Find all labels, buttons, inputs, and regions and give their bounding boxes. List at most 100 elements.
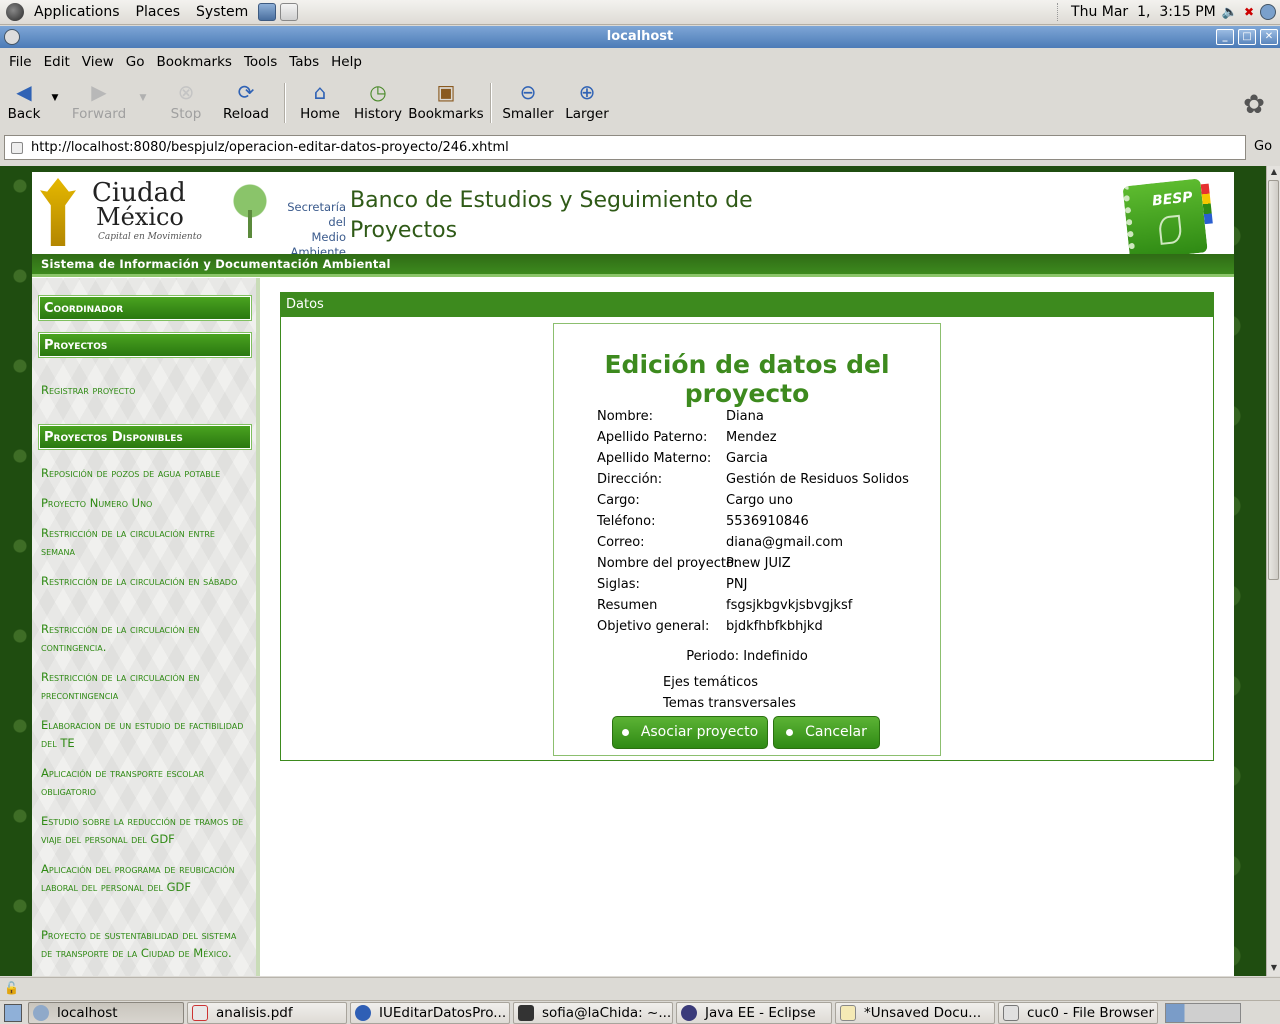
form-title: Edición de datos del proyecto (604, 350, 890, 408)
minimize-button[interactable]: _ (1216, 29, 1234, 45)
page-scrollbar[interactable]: ▲ ▼ (1266, 166, 1280, 976)
url-input[interactable] (31, 140, 1231, 155)
project-link[interactable]: Restricción de la circulación en conting… (41, 620, 251, 656)
reload-button[interactable]: ⟳ Reload (214, 75, 278, 130)
leaf-icon (1157, 214, 1183, 245)
maximize-button[interactable]: □ (1238, 29, 1256, 45)
menu-view[interactable]: View (76, 54, 120, 70)
field-label: Apellido Paterno: (597, 430, 708, 445)
project-link[interactable]: Estudio sobre la reducción de tramos de … (41, 812, 251, 848)
history-button[interactable]: ◷ History (348, 75, 408, 130)
scroll-up-arrow-icon[interactable]: ▲ (1268, 166, 1280, 178)
network-icon[interactable]: ✖ (1244, 5, 1254, 19)
project-link[interactable]: Restricción de la circulación en precont… (41, 668, 251, 704)
zoom-in-icon: ⊕ (578, 80, 596, 104)
menu-go[interactable]: Go (120, 54, 151, 70)
cancelar-label: Cancelar (805, 724, 867, 740)
taskbar-window-button[interactable]: IUEditarDatosPro... (350, 1001, 510, 1024)
scroll-down-arrow-icon[interactable]: ▼ (1268, 962, 1280, 974)
edit-project-form: Edición de datos del proyecto Nombre: Di… (553, 323, 941, 756)
taskbar-window-button[interactable]: Java EE - Eclipse (676, 1001, 832, 1024)
menu-help[interactable]: Help (325, 54, 368, 70)
smaller-label: Smaller (502, 106, 554, 122)
forward-history-dropdown[interactable]: ▼ (136, 75, 150, 103)
home-button[interactable]: ⌂ Home (292, 75, 348, 130)
taskbar-window-button[interactable]: localhost (28, 1001, 184, 1024)
window-titlebar[interactable]: localhost _ □ ✕ (0, 26, 1280, 48)
home-icon: ⌂ (313, 80, 327, 104)
toolbar-separator (490, 83, 492, 123)
field-value: Gestión de Residuos Solidos (726, 472, 909, 487)
temas-transversales-text: Temas transversales (663, 696, 796, 711)
show-desktop-icon[interactable] (4, 1003, 22, 1022)
web-browser-launcher-icon[interactable] (258, 3, 277, 21)
places-menu[interactable]: Places (128, 0, 189, 25)
system-menu[interactable]: System (188, 0, 256, 25)
sidebar-heading-proyectos[interactable]: Proyectos (39, 333, 251, 357)
go-button[interactable]: Go (1254, 139, 1272, 154)
ciudad-de-mexico-logo: Ciudad México Capital en Movimiento (38, 176, 208, 248)
datos-panel-heading: Datos (281, 293, 1213, 317)
zoom-in-button[interactable]: ⊕ Larger (558, 75, 616, 130)
update-notifier-icon[interactable] (1260, 4, 1276, 20)
taskbar-window-button[interactable]: *Unsaved Docu... (835, 1001, 995, 1024)
window-menu-icon[interactable] (4, 29, 20, 45)
workspace-switcher[interactable] (1165, 1002, 1241, 1023)
applications-menu[interactable]: Applications (26, 0, 128, 25)
project-link[interactable]: Aplicación del programa de reubicación l… (41, 860, 251, 896)
field-label: Resumen (597, 598, 658, 613)
menu-tools[interactable]: Tools (238, 54, 283, 70)
menu-bookmarks[interactable]: Bookmarks (151, 54, 238, 70)
menu-edit[interactable]: Edit (38, 54, 76, 70)
menu-file[interactable]: File (3, 54, 38, 70)
sidebar: Coordinador Proyectos Registrar proyecto… (32, 278, 260, 976)
field-label: Nombre: (597, 409, 654, 424)
forward-button[interactable]: ▶ Forward (62, 75, 136, 130)
stop-button[interactable]: ⊗ Stop (158, 75, 214, 130)
taskbar-window-button[interactable]: cuc0 - File Browser (998, 1001, 1158, 1024)
panel-separator (1057, 3, 1059, 21)
cancelar-button[interactable]: Cancelar (773, 716, 880, 749)
back-button[interactable]: ◀ Back (0, 75, 48, 130)
bullet-icon (621, 728, 629, 736)
mail-launcher-icon[interactable] (280, 3, 299, 21)
project-link[interactable]: Proyecto Numero Uno (41, 494, 251, 512)
back-arrow-icon: ◀ (16, 80, 32, 104)
field-label: Correo: (597, 535, 645, 550)
project-link[interactable]: Restricción de la circulación entre sema… (41, 524, 251, 560)
bookmarks-button[interactable]: ▣ Bookmarks (408, 75, 484, 130)
scrollbar-thumb[interactable] (1268, 180, 1279, 580)
stop-label: Stop (170, 106, 202, 122)
reload-icon: ⟳ (237, 80, 255, 104)
project-link[interactable]: Reposición de pozos de agua potable (41, 464, 251, 482)
task-label: Java EE - Eclipse (705, 1004, 816, 1021)
location-bar[interactable] (4, 135, 1246, 160)
project-link[interactable]: Elaboracion de un estudio de factibilida… (41, 716, 251, 752)
field-label: Apellido Materno: (597, 451, 712, 466)
volume-icon[interactable]: 🔈 (1222, 5, 1238, 20)
field-value: diana@gmail.com (726, 535, 844, 550)
asociar-proyecto-button[interactable]: Asociar proyecto (612, 716, 768, 749)
taskbar-window-button[interactable]: sofia@laChida: ~... (513, 1001, 673, 1024)
back-history-dropdown[interactable]: ▼ (48, 75, 62, 103)
zoom-out-button[interactable]: ⊖ Smaller (498, 75, 558, 130)
history-clock-icon: ◷ (369, 80, 387, 104)
web-page: Ciudad México Capital en Movimiento Secr… (32, 172, 1234, 976)
taskbar-window-button[interactable]: analisis.pdf (187, 1001, 347, 1024)
project-link[interactable]: Aplicación de transporte escolar obligat… (41, 764, 251, 800)
clock[interactable]: Thu Mar 1, 3:15 PM (1071, 4, 1216, 20)
periodo-text: Periodo: Indefinido (686, 649, 808, 664)
menu-tabs[interactable]: Tabs (283, 54, 325, 70)
bottom-taskbar: localhost analisis.pdf IUEditarDatosPro.… (0, 1000, 1280, 1024)
notebook-icon: BESP (1122, 178, 1208, 261)
sidebar-heading-coordinador[interactable]: Coordinador (39, 296, 251, 320)
project-link[interactable]: Restricción de la circulación en sábado (41, 572, 251, 590)
forward-label: Forward (71, 106, 127, 122)
project-link[interactable]: Proyecto de sustentabilidad del sistema … (41, 926, 251, 962)
close-button[interactable]: ✕ (1260, 29, 1278, 45)
site-identity-icon[interactable] (11, 141, 23, 154)
gnome-foot-icon[interactable] (6, 3, 24, 21)
registrar-proyecto-link[interactable]: Registrar proyecto (41, 381, 251, 399)
field-value: fsgsjkbgvkjsbvgjksf (726, 598, 853, 613)
browser-menubar: File Edit View Go Bookmarks Tools Tabs H… (0, 50, 1280, 74)
